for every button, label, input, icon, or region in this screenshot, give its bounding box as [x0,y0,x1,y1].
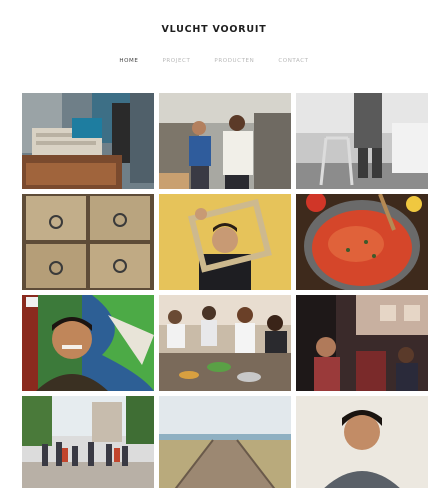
nav-contact[interactable]: CONTACT [278,58,308,64]
gallery-image-soup[interactable] [296,194,428,290]
photo-gallery [22,93,428,488]
gallery-image-frame-man[interactable] [159,194,291,290]
gallery-image-walker[interactable] [296,93,428,189]
gallery-image-cooking[interactable] [159,295,291,391]
gallery-image-event-hall[interactable] [296,295,428,391]
gallery-image-portrait[interactable] [296,396,428,488]
site-title[interactable]: VLUCHT VOORUIT [0,24,428,35]
nav-project[interactable]: PROJECT [162,58,190,64]
gallery-image-boardwalk[interactable] [159,396,291,488]
gallery-image-graffiti-man[interactable] [22,295,154,391]
gallery-image-drawers[interactable] [22,194,154,290]
gallery-image-warehouse[interactable] [159,93,291,189]
main-nav: HOME PROJECT PRODUCTEN CONTACT [0,58,428,64]
nav-home[interactable]: HOME [119,58,138,64]
gallery-image-crates[interactable] [22,93,154,189]
gallery-image-street-crowd[interactable] [22,396,154,488]
nav-producten[interactable]: PRODUCTEN [214,58,254,64]
